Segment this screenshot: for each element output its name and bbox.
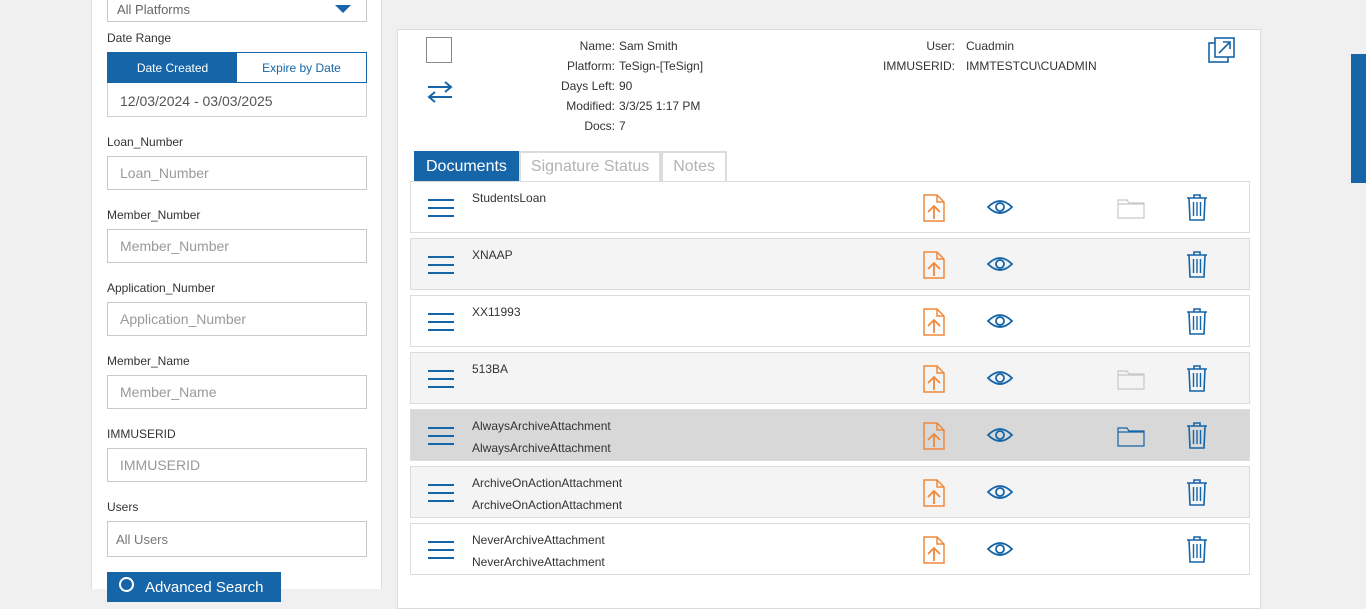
hamburger-menu-icon[interactable] (428, 255, 454, 275)
modified-value: 3/3/25 1:17 PM (619, 99, 701, 113)
upload-file-icon[interactable] (922, 308, 946, 336)
document-title: 513BA (472, 362, 509, 376)
date-created-toggle[interactable]: Date Created (108, 53, 237, 82)
document-row[interactable]: AlwaysArchiveAttachment AlwaysArchiveAtta… (410, 409, 1250, 461)
platform-key: Platform: (566, 59, 615, 73)
folder-icon[interactable] (1117, 197, 1145, 219)
loan-number-input[interactable] (107, 156, 367, 190)
filter-panel: All Platforms Date Range Date Created Ex… (91, 0, 382, 602)
modified-key: Modified: (566, 99, 615, 113)
search-icon (119, 577, 134, 592)
detail-tabs: Documents Signature Status Notes (414, 151, 728, 181)
users-label: Users (107, 500, 139, 514)
date-range-toggle: Date Created Expire by Date (107, 52, 367, 83)
tab-notes[interactable]: Notes (661, 151, 728, 181)
hamburger-menu-icon[interactable] (428, 198, 454, 218)
name-value: Sam Smith (619, 39, 678, 53)
upload-file-icon[interactable] (922, 194, 946, 222)
document-subtitle: ArchiveOnActionAttachment (472, 498, 623, 512)
hamburger-menu-icon[interactable] (428, 426, 454, 446)
tab-signature-status[interactable]: Signature Status (518, 151, 662, 181)
eye-icon[interactable] (986, 425, 1014, 445)
eye-icon[interactable] (986, 368, 1014, 388)
document-title: XX11993 (472, 305, 521, 319)
days-left-value: 90 (619, 79, 633, 93)
date-range-label: Date Range (107, 31, 172, 45)
document-title: AlwaysArchiveAttachment (472, 419, 611, 433)
advanced-search-label: Advanced Search (145, 579, 264, 596)
trash-icon[interactable] (1186, 307, 1208, 335)
document-title: StudentsLoan (472, 191, 547, 205)
chevron-down-icon (335, 5, 351, 13)
immuserid-input[interactable] (107, 448, 367, 482)
select-checkbox[interactable] (426, 37, 452, 63)
user-key: User: (926, 39, 955, 53)
document-title: XNAAP (472, 248, 513, 262)
hamburger-menu-icon[interactable] (428, 369, 454, 389)
expire-by-date-toggle[interactable]: Expire by Date (237, 53, 366, 82)
immuserid-label: IMMUSERID (107, 427, 176, 441)
trash-icon[interactable] (1186, 421, 1208, 449)
member-name-input[interactable] (107, 375, 367, 409)
document-subtitle: NeverArchiveAttachment (472, 555, 605, 569)
application-number-input[interactable] (107, 302, 367, 336)
document-title: NeverArchiveAttachment (472, 533, 605, 547)
days-left-key: Days Left: (560, 79, 615, 93)
document-row[interactable]: ArchiveOnActionAttachment ArchiveOnAction… (410, 466, 1250, 518)
document-row[interactable]: StudentsLoan (410, 181, 1250, 233)
tab-documents[interactable]: Documents (414, 151, 519, 181)
immuserid-key: IMMUSERID: (883, 59, 955, 73)
docs-value: 7 (619, 119, 626, 133)
trash-icon[interactable] (1186, 250, 1208, 278)
member-number-label: Member_Number (107, 208, 201, 222)
side-tab-handle[interactable] (1351, 54, 1366, 183)
upload-file-icon[interactable] (922, 251, 946, 279)
platform-select-value: All Platforms (117, 2, 190, 17)
users-select[interactable]: All Users (107, 521, 367, 557)
trash-icon[interactable] (1186, 535, 1208, 563)
member-number-input[interactable] (107, 229, 367, 263)
hamburger-menu-icon[interactable] (428, 483, 454, 503)
document-row[interactable]: 513BA (410, 352, 1250, 404)
member-name-label: Member_Name (107, 354, 190, 368)
eye-icon[interactable] (986, 254, 1014, 274)
folder-icon[interactable] (1117, 425, 1145, 447)
loan-number-label: Loan_Number (107, 135, 184, 149)
package-detail-panel: Name: Sam Smith Platform: TeSign-[TeSign… (397, 29, 1261, 609)
advanced-search-button[interactable]: Advanced Search (107, 572, 281, 602)
document-subtitle: AlwaysArchiveAttachment (472, 441, 611, 455)
document-row[interactable]: XNAAP (410, 238, 1250, 290)
eye-icon[interactable] (986, 539, 1014, 559)
document-row[interactable]: NeverArchiveAttachment NeverArchiveAttach… (410, 523, 1250, 575)
upload-file-icon[interactable] (922, 365, 946, 393)
open-external-icon[interactable] (1208, 37, 1235, 64)
application-number-label: Application_Number (107, 281, 216, 295)
hamburger-menu-icon[interactable] (428, 312, 454, 332)
eye-icon[interactable] (986, 197, 1014, 217)
platform-select[interactable]: All Platforms (107, 0, 367, 22)
upload-file-icon[interactable] (922, 422, 946, 450)
date-range-field[interactable]: 12/03/2024 - 03/03/2025 (107, 83, 367, 117)
docs-key: Docs: (584, 119, 615, 133)
eye-icon[interactable] (986, 482, 1014, 502)
folder-icon[interactable] (1117, 368, 1145, 390)
document-row[interactable]: XX11993 (410, 295, 1250, 347)
date-range-value: 12/03/2024 - 03/03/2025 (120, 93, 273, 109)
trash-icon[interactable] (1186, 478, 1208, 506)
immuserid-value: IMMTESTCU\CUADMIN (966, 59, 1097, 73)
name-key: Name: (579, 39, 615, 53)
swap-icon[interactable] (425, 79, 455, 105)
hamburger-menu-icon[interactable] (428, 540, 454, 560)
platform-value: TeSign-[TeSign] (619, 59, 704, 73)
user-value: Cuadmin (966, 39, 1015, 53)
eye-icon[interactable] (986, 311, 1014, 331)
document-title: ArchiveOnActionAttachment (472, 476, 623, 490)
trash-icon[interactable] (1186, 193, 1208, 221)
users-select-value: All Users (116, 532, 169, 547)
trash-icon[interactable] (1186, 364, 1208, 392)
upload-file-icon[interactable] (922, 479, 946, 507)
upload-file-icon[interactable] (922, 536, 946, 564)
